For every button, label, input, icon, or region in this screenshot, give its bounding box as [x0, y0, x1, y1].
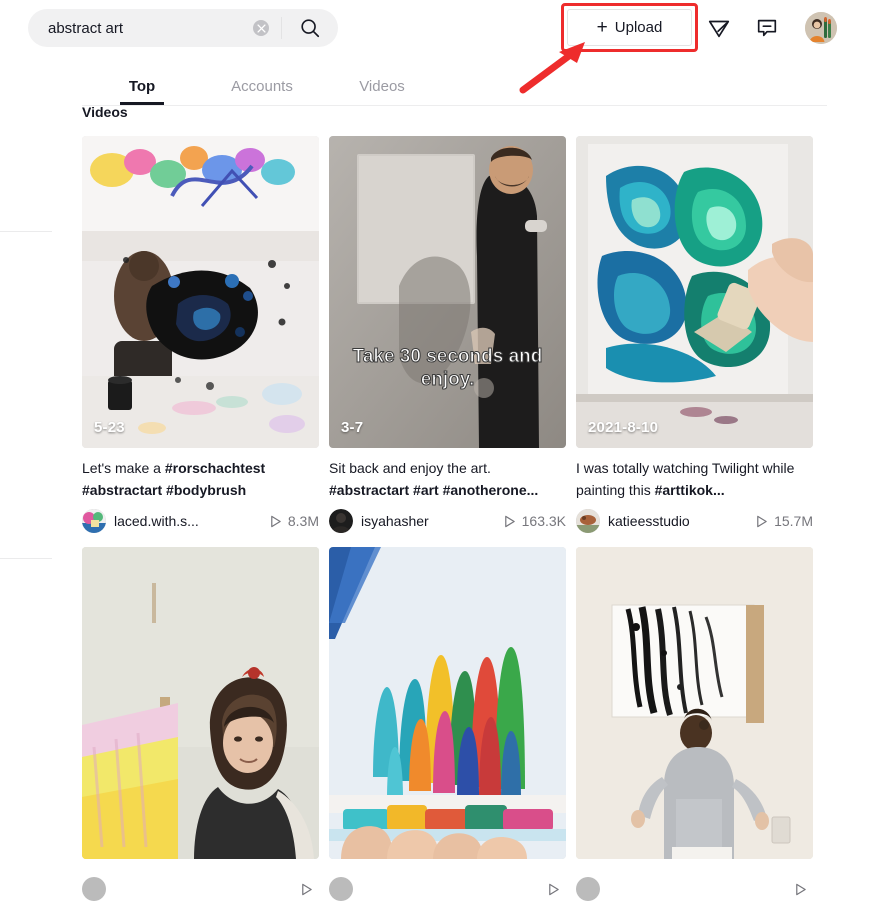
- play-triangle-icon: [757, 515, 767, 528]
- play-count: [786, 883, 813, 896]
- videos-section-title: Videos: [82, 104, 128, 120]
- video-card: Take 30 seconds and enjoy. 3-7 Sit back …: [329, 136, 566, 534]
- video-date-badge: 2021-8-10: [588, 419, 659, 436]
- play-count-value: 8.3M: [287, 513, 319, 530]
- video-card: [576, 547, 813, 901]
- author-avatar[interactable]: [329, 877, 353, 901]
- thumbnail-image: [329, 136, 566, 448]
- search-input[interactable]: [28, 19, 253, 37]
- search-result-tabs: Top Accounts Videos: [82, 68, 827, 106]
- video-card: [329, 547, 566, 901]
- caption-hashtags[interactable]: #arttikok...: [655, 482, 725, 498]
- play-triangle-icon: [549, 883, 559, 896]
- author-avatar[interactable]: [329, 509, 353, 534]
- close-circle-icon[interactable]: [253, 20, 269, 36]
- caption-text: Sit back and enjoy the art.: [329, 460, 491, 476]
- video-meta-row: [329, 877, 566, 901]
- sidebar-divider-top: [0, 231, 52, 232]
- video-thumbnail[interactable]: 5-23: [82, 136, 319, 448]
- thumbnail-image: [82, 547, 319, 860]
- play-count: 15.7M: [747, 513, 813, 529]
- video-caption[interactable]: Let's make a #rorschachtest #abstractart…: [82, 458, 319, 501]
- tab-top[interactable]: Top: [82, 68, 202, 105]
- caption-text: Let's make a: [82, 460, 165, 476]
- upload-button-label: Upload: [614, 19, 663, 36]
- message-bubble-icon[interactable]: [751, 12, 783, 44]
- author-username[interactable]: katieesstudio: [608, 513, 690, 529]
- video-meta-row: [576, 877, 813, 901]
- video-meta-row: isyahasher 163.3K: [329, 509, 566, 534]
- video-thumbnail[interactable]: 2021-8-10: [576, 136, 813, 448]
- play-triangle-icon: [271, 515, 281, 528]
- play-count: [539, 883, 566, 896]
- video-caption[interactable]: I was totally watching Twilight while pa…: [576, 458, 813, 501]
- top-navigation-bar: + Upload: [0, 0, 869, 94]
- video-caption[interactable]: Sit back and enjoy the art. #abstractart…: [329, 458, 566, 501]
- author-avatar[interactable]: [82, 509, 106, 534]
- video-meta-row: katieesstudio 15.7M: [576, 509, 813, 534]
- tab-accounts[interactable]: Accounts: [202, 68, 322, 105]
- author-username[interactable]: isyahasher: [361, 513, 429, 529]
- video-card: 5-23 Let's make a #rorschachtest #abstra…: [82, 136, 319, 534]
- author-avatar[interactable]: [576, 509, 600, 534]
- search-bar[interactable]: [28, 9, 338, 47]
- play-count: [292, 883, 319, 896]
- profile-avatar[interactable]: [805, 12, 837, 44]
- play-count-value: 15.7M: [774, 513, 813, 530]
- video-card: [82, 547, 319, 901]
- thumbnail-image: [82, 136, 319, 448]
- plus-icon: +: [596, 17, 608, 38]
- search-icon[interactable]: [282, 9, 338, 47]
- upload-button[interactable]: + Upload: [567, 9, 692, 46]
- play-triangle-icon: [302, 883, 312, 896]
- inbox-send-icon[interactable]: [703, 12, 735, 44]
- video-thumbnail[interactable]: [576, 547, 813, 860]
- author-avatar[interactable]: [576, 877, 600, 901]
- video-results-grid: 5-23 Let's make a #rorschachtest #abstra…: [82, 136, 813, 901]
- play-count: 8.3M: [261, 513, 319, 529]
- author-username[interactable]: laced.with.s...: [114, 513, 199, 529]
- thumbnail-image: [576, 547, 813, 860]
- video-date-badge: 3-7: [341, 419, 364, 436]
- video-thumbnail[interactable]: Take 30 seconds and enjoy. 3-7: [329, 136, 566, 448]
- video-meta-row: [82, 877, 319, 901]
- video-meta-row: laced.with.s... 8.3M: [82, 509, 319, 534]
- sidebar-divider-bottom: [0, 558, 52, 559]
- video-thumbnail[interactable]: [82, 547, 319, 860]
- upload-button-wrapper: + Upload: [561, 3, 698, 52]
- play-count: 163.3K: [495, 513, 566, 529]
- author-avatar[interactable]: [82, 877, 106, 901]
- play-triangle-icon: [504, 515, 515, 528]
- tab-videos[interactable]: Videos: [322, 68, 442, 105]
- thumbnail-image: [576, 136, 813, 448]
- video-card: 2021-8-10 I was totally watching Twiligh…: [576, 136, 813, 534]
- video-thumbnail[interactable]: [329, 547, 566, 860]
- video-date-badge: 5-23: [94, 419, 125, 436]
- play-count-value: 163.3K: [521, 513, 566, 530]
- thumbnail-image: [329, 547, 566, 860]
- thumbnail-overlay-text: Take 30 seconds and enjoy.: [352, 345, 543, 391]
- caption-hashtags[interactable]: #abstractart #art #anotherone...: [329, 482, 538, 498]
- play-triangle-icon: [796, 883, 806, 896]
